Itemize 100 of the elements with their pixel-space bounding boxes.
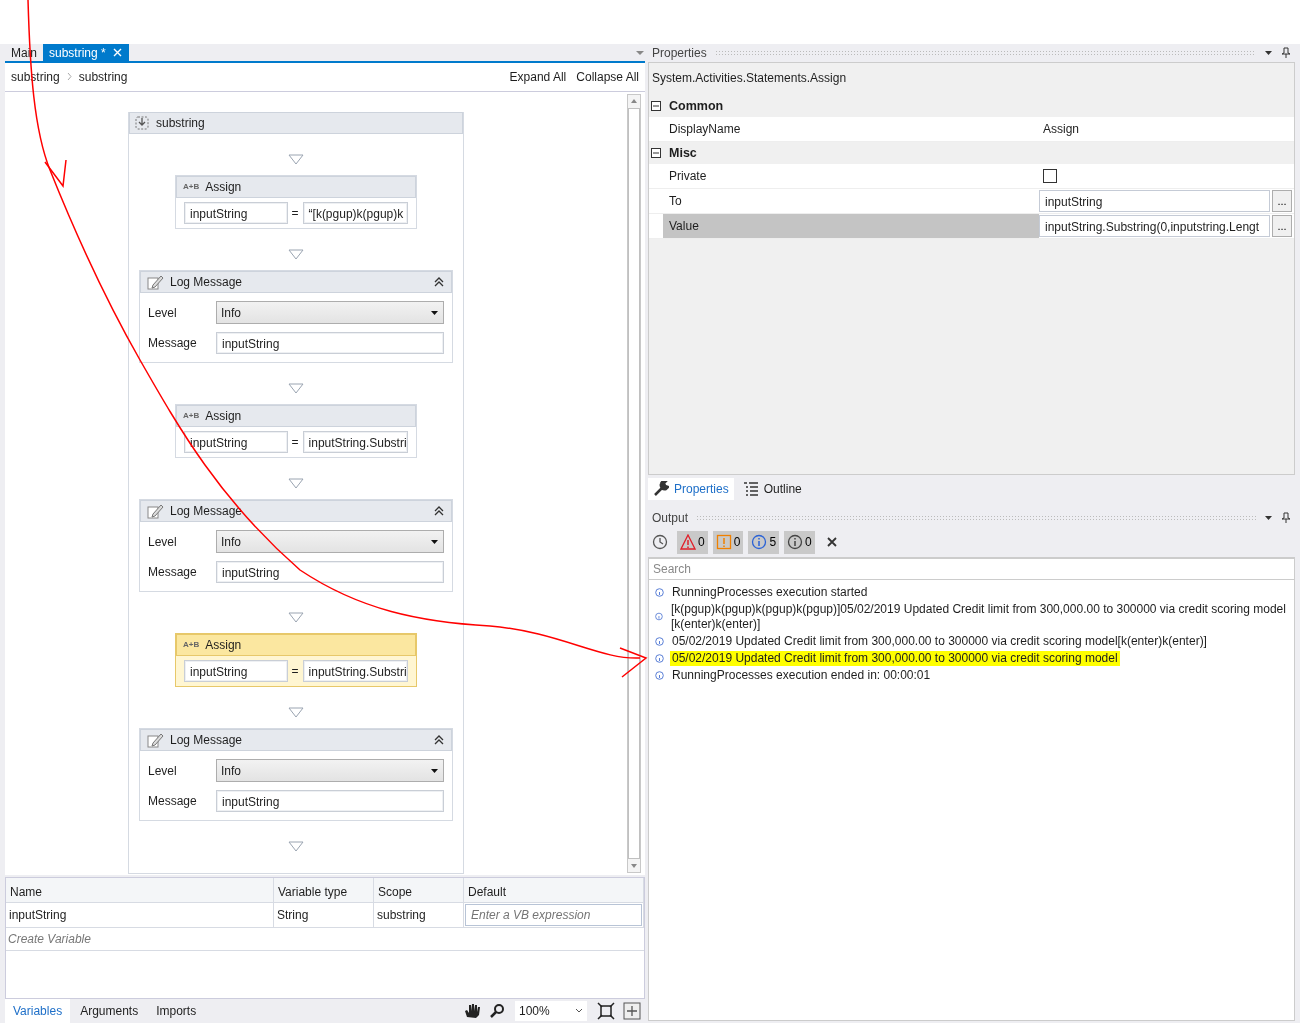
info-icon [655,637,664,646]
hand-icon[interactable] [463,1002,481,1020]
level-select[interactable]: Info [216,759,444,782]
type-name: System.Activities.Statements.Assign [651,70,848,87]
category-title: Misc [669,144,697,162]
pin-icon[interactable] [1281,512,1291,524]
assign-icon: A+B [183,639,200,651]
column-header[interactable]: Variable type [274,878,374,903]
create-variable-row[interactable]: Create Variable [6,928,644,951]
value-field[interactable]: inputString.Substri [302,431,408,453]
activity-title: Log Message [170,503,244,520]
property-name[interactable]: DisplayName [663,117,1039,141]
property-name[interactable]: To [663,189,1039,213]
level-select[interactable]: Info [216,530,444,553]
panel-tab[interactable]: Outline [737,478,807,500]
log-line: [k(pgup)k(pgup)k(pgup)k(pgup)]05/02/2019 Updated Credit limit from 300,000.00 to 300000 via credit scoring model [k(enter)k(enter)] [669,602,1287,632]
value-field[interactable]: “[k(pgup)k(pgup)k [302,202,408,224]
close-icon[interactable] [111,47,123,58]
zoom-select[interactable]: 100% [515,1001,587,1021]
field-label: Message [148,564,198,581]
property-name[interactable]: Value [663,214,1039,238]
value-field[interactable]: inputString.Substri [302,660,408,682]
document-tab[interactable]: substring * [43,44,129,61]
expression-field[interactable]: inputString.Substring(0,inputstring.Lengt [1039,215,1270,237]
info-icon [787,534,804,550]
column-header[interactable]: Default [464,878,644,903]
category-title: Common [669,97,724,115]
breadcrumb-link[interactable]: substring [78,68,128,86]
filter-button[interactable]: 5 [748,530,780,554]
panel-tab[interactable]: Properties [648,478,734,500]
toolbar-link[interactable]: Expand All [509,68,567,86]
log-line: RunningProcesses execution ended in: 00:00:01 [671,668,932,683]
to-field[interactable]: inputString [184,431,288,453]
ellipsis-button[interactable]: ... [1272,190,1292,212]
assign-activity[interactable]: A+B Assign inputString = inputString.Substri [175,633,417,687]
clear-icon[interactable] [825,536,838,548]
level-select[interactable]: Info [216,301,444,324]
drop-triangle-icon [288,249,304,260]
chevron-icon [65,72,73,82]
panel-title: Output [652,510,689,527]
edit-log-icon [147,503,164,519]
drop-triangle-icon [288,383,304,394]
log-line: RunningProcesses execution started [671,585,869,600]
edit-log-icon [147,732,164,748]
log-message-activity[interactable]: Log Message Level Info Message inputString [139,728,453,821]
collapse-icon[interactable] [651,101,661,111]
dropdown-icon[interactable] [1264,514,1273,522]
sequence-icon [134,115,150,131]
filter-button[interactable]: 0 [784,530,815,554]
sequence-header[interactable]: substring [129,112,463,134]
filter-button[interactable]: 0 [712,530,744,554]
activity-title: Assign [205,408,242,425]
column-header[interactable]: Scope [374,878,464,903]
caret-icon [430,309,439,316]
expression-field[interactable]: inputString [1039,190,1270,212]
collapse-icon[interactable] [651,148,661,158]
field-label: Message [148,793,198,810]
filter-button[interactable]: 0 [677,530,708,554]
collapse-icon[interactable] [433,734,445,746]
fit-screen-icon[interactable] [597,1002,615,1020]
ellipsis-button[interactable]: ... [1272,215,1292,237]
message-field[interactable]: inputString [216,790,444,812]
column-header[interactable]: Name [6,878,274,903]
wrench-icon [653,481,669,497]
panel-tab[interactable]: Imports [148,999,205,1023]
message-field[interactable]: inputString [216,561,444,583]
search-field[interactable]: Search [649,558,1294,580]
default-value-field[interactable]: Enter a VB expression [465,904,642,926]
info-icon [655,671,664,680]
log-line: 05/02/2019 Updated Credit limit from 300,000.00 to 300000 via credit scoring model[k(enter)k(enter)] [671,634,1208,649]
info-icon [655,588,664,597]
panel-tab[interactable]: Variables [5,999,71,1023]
checkbox[interactable] [1043,169,1057,183]
panel-tab[interactable]: Arguments [72,999,147,1023]
info-icon [655,654,664,663]
drop-triangle-icon [288,707,304,718]
activity-title: Assign [205,179,242,196]
collapse-icon[interactable] [433,276,445,288]
to-field[interactable]: inputString [184,660,288,682]
overview-icon[interactable] [623,1002,641,1020]
collapse-icon[interactable] [433,505,445,517]
pin-icon[interactable] [1281,47,1291,59]
assign-activity[interactable]: A+B Assign inputString = “[k(pgup)k(pgup)k [175,175,417,229]
to-field[interactable]: inputString [184,202,288,224]
drop-triangle-icon [288,612,304,623]
assign-icon: A+B [183,410,200,422]
log-message-activity[interactable]: Log Message Level Info Message inputString [139,499,453,592]
drop-triangle-icon [288,154,304,165]
message-field[interactable]: inputString [216,332,444,354]
drop-triangle-icon [288,478,304,489]
clock-icon[interactable] [652,534,668,550]
edit-log-icon [147,274,164,290]
table-cell: substring [374,903,464,928]
info-icon [655,612,663,621]
scrollbar-thumb[interactable] [628,108,640,859]
dropdown-icon[interactable] [1264,49,1273,57]
search-icon[interactable] [489,1003,505,1019]
assign-activity[interactable]: A+B Assign inputString = inputString.Substri [175,404,417,458]
log-message-activity[interactable]: Log Message Level Info Message inputString [139,270,453,363]
toolbar-link[interactable]: Collapse All [576,68,639,86]
